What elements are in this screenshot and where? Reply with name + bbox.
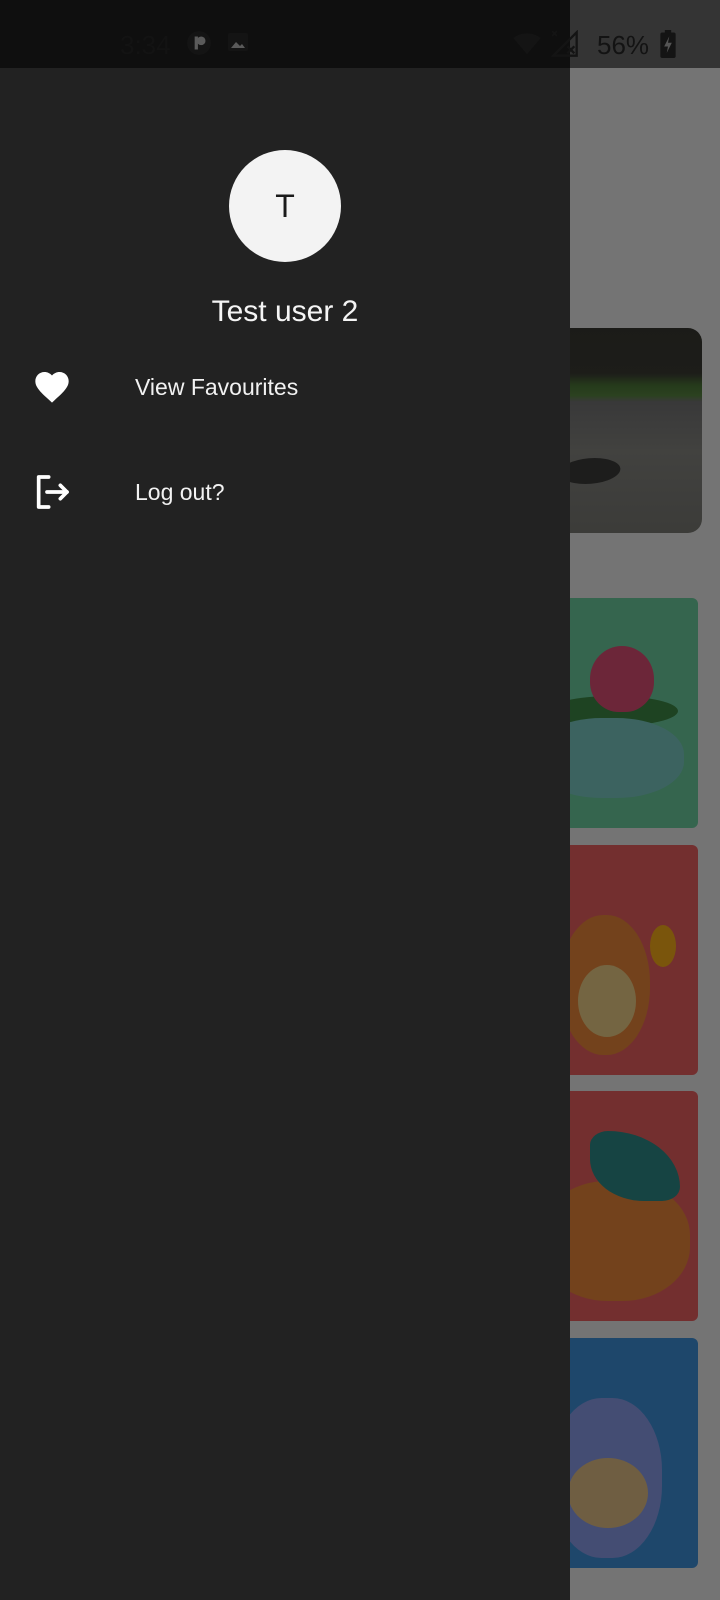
avatar: T — [229, 150, 341, 262]
menu-item-label: View Favourites — [135, 373, 299, 400]
avatar-initial: T — [275, 187, 295, 224]
menu-item-view-favourites[interactable]: View Favourites — [0, 347, 570, 427]
status-time: 3:34 — [120, 30, 171, 60]
heart-icon — [35, 372, 69, 403]
app-notification-icon — [187, 31, 211, 55]
menu-item-label: Log out? — [135, 478, 225, 505]
menu-item-log-out[interactable]: Log out? — [0, 452, 570, 532]
battery-charging-icon — [660, 30, 676, 58]
no-signal-icon — [550, 30, 578, 57]
status-bar: 3:34 56% — [0, 0, 720, 68]
user-name: Test user 2 — [211, 295, 359, 328]
image-notification-icon — [228, 33, 248, 51]
wifi-icon — [513, 33, 541, 55]
battery-percent: 56% — [597, 30, 650, 60]
logout-icon — [36, 475, 69, 509]
navigation-drawer: T Test user 2 View Favourites Log out? — [0, 0, 570, 1600]
